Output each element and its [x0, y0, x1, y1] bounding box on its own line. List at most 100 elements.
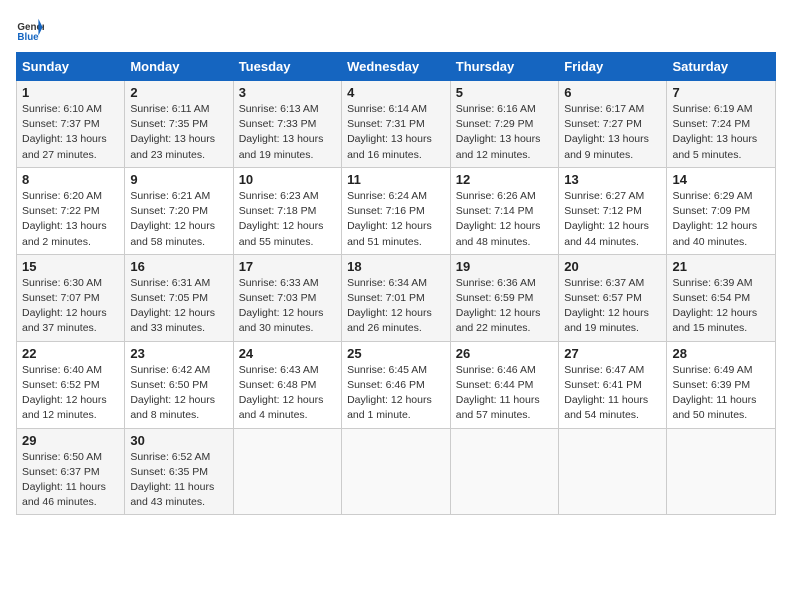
day-info: Sunrise: 6:45 AM Sunset: 6:46 PM Dayligh… — [347, 363, 445, 424]
calendar-cell: 17Sunrise: 6:33 AM Sunset: 7:03 PM Dayli… — [233, 254, 341, 341]
day-number: 18 — [347, 259, 445, 274]
weekday-saturday: Saturday — [667, 53, 776, 81]
day-info: Sunrise: 6:50 AM Sunset: 6:37 PM Dayligh… — [22, 450, 119, 511]
day-number: 11 — [347, 172, 445, 187]
calendar-cell: 26 Sunrise: 6:46 AM Sunset: 6:44 PM Dayli… — [450, 341, 558, 428]
day-info: Sunrise: 6:37 AM Sunset: 6:57 PM Dayligh… — [564, 276, 661, 337]
logo: General Blue — [16, 16, 44, 44]
day-info: Sunrise: 6:17 AM Sunset: 7:27 PM Dayligh… — [564, 102, 661, 163]
calendar-cell: 16 Sunrise: 6:31 AM Sunset: 7:05 PM Dayli… — [125, 254, 233, 341]
calendar-cell: 20 Sunrise: 6:37 AM Sunset: 6:57 PM Dayli… — [559, 254, 667, 341]
day-info: Sunrise: 6:39 AM Sunset: 6:54 PM Dayligh… — [672, 276, 770, 337]
calendar-week-3: 15Sunrise: 6:30 AM Sunset: 7:07 PM Dayli… — [17, 254, 776, 341]
calendar-cell: 13Sunrise: 6:27 AM Sunset: 7:12 PM Dayli… — [559, 167, 667, 254]
calendar-cell: 15Sunrise: 6:30 AM Sunset: 7:07 PM Dayli… — [17, 254, 125, 341]
day-number: 24 — [239, 346, 336, 361]
day-number: 3 — [239, 85, 336, 100]
calendar-cell: 3 Sunrise: 6:13 AM Sunset: 7:33 PM Daylig… — [233, 81, 341, 168]
weekday-friday: Friday — [559, 53, 667, 81]
calendar-cell: 22 Sunrise: 6:40 AM Sunset: 6:52 PM Dayli… — [17, 341, 125, 428]
calendar-cell — [342, 428, 451, 515]
day-number: 8 — [22, 172, 119, 187]
day-number: 17 — [239, 259, 336, 274]
day-number: 6 — [564, 85, 661, 100]
day-info: Sunrise: 6:21 AM Sunset: 7:20 PM Dayligh… — [130, 189, 227, 250]
day-number: 23 — [130, 346, 227, 361]
day-number: 29 — [22, 433, 119, 448]
day-info: Sunrise: 6:40 AM Sunset: 6:52 PM Dayligh… — [22, 363, 119, 424]
calendar-cell — [450, 428, 558, 515]
day-number: 10 — [239, 172, 336, 187]
day-number: 7 — [672, 85, 770, 100]
calendar-cell: 12 Sunrise: 6:26 AM Sunset: 7:14 PM Dayli… — [450, 167, 558, 254]
calendar-table: SundayMondayTuesdayWednesdayThursdayFrid… — [16, 52, 776, 515]
calendar-cell — [233, 428, 341, 515]
calendar-week-5: 29 Sunrise: 6:50 AM Sunset: 6:37 PM Dayli… — [17, 428, 776, 515]
day-info: Sunrise: 6:43 AM Sunset: 6:48 PM Dayligh… — [239, 363, 336, 424]
day-number: 27 — [564, 346, 661, 361]
day-info: Sunrise: 6:29 AM Sunset: 7:09 PM Dayligh… — [672, 189, 770, 250]
weekday-header-row: SundayMondayTuesdayWednesdayThursdayFrid… — [17, 53, 776, 81]
day-number: 26 — [456, 346, 553, 361]
weekday-wednesday: Wednesday — [342, 53, 451, 81]
day-info: Sunrise: 6:36 AM Sunset: 6:59 PM Dayligh… — [456, 276, 553, 337]
day-number: 25 — [347, 346, 445, 361]
calendar-cell: 7 Sunrise: 6:19 AM Sunset: 7:24 PM Daylig… — [667, 81, 776, 168]
calendar-cell: 18 Sunrise: 6:34 AM Sunset: 7:01 PM Dayli… — [342, 254, 451, 341]
calendar-cell — [559, 428, 667, 515]
day-info: Sunrise: 6:14 AM Sunset: 7:31 PM Dayligh… — [347, 102, 445, 163]
day-number: 30 — [130, 433, 227, 448]
day-number: 21 — [672, 259, 770, 274]
day-info: Sunrise: 6:34 AM Sunset: 7:01 PM Dayligh… — [347, 276, 445, 337]
day-info: Sunrise: 6:26 AM Sunset: 7:14 PM Dayligh… — [456, 189, 553, 250]
calendar-cell: 5 Sunrise: 6:16 AM Sunset: 7:29 PM Daylig… — [450, 81, 558, 168]
day-info: Sunrise: 6:46 AM Sunset: 6:44 PM Dayligh… — [456, 363, 553, 424]
calendar-cell: 2Sunrise: 6:11 AM Sunset: 7:35 PM Daylig… — [125, 81, 233, 168]
calendar-cell: 21 Sunrise: 6:39 AM Sunset: 6:54 PM Dayli… — [667, 254, 776, 341]
weekday-sunday: Sunday — [17, 53, 125, 81]
day-info: Sunrise: 6:30 AM Sunset: 7:07 PM Dayligh… — [22, 276, 119, 337]
calendar-cell: 25 Sunrise: 6:45 AM Sunset: 6:46 PM Dayli… — [342, 341, 451, 428]
day-info: Sunrise: 6:24 AM Sunset: 7:16 PM Dayligh… — [347, 189, 445, 250]
day-info: Sunrise: 6:47 AM Sunset: 6:41 PM Dayligh… — [564, 363, 661, 424]
calendar-cell: 28 Sunrise: 6:49 AM Sunset: 6:39 PM Dayli… — [667, 341, 776, 428]
day-number: 22 — [22, 346, 119, 361]
calendar-cell: 4 Sunrise: 6:14 AM Sunset: 7:31 PM Daylig… — [342, 81, 451, 168]
day-number: 4 — [347, 85, 445, 100]
calendar-cell: 6 Sunrise: 6:17 AM Sunset: 7:27 PM Daylig… — [559, 81, 667, 168]
day-info: Sunrise: 6:10 AM Sunset: 7:37 PM Dayligh… — [22, 102, 119, 163]
day-info: Sunrise: 6:31 AM Sunset: 7:05 PM Dayligh… — [130, 276, 227, 337]
calendar-cell: 11 Sunrise: 6:24 AM Sunset: 7:16 PM Dayli… — [342, 167, 451, 254]
logo-icon: General Blue — [16, 16, 44, 44]
calendar-cell: 8Sunrise: 6:20 AM Sunset: 7:22 PM Daylig… — [17, 167, 125, 254]
calendar-cell: 1 Sunrise: 6:10 AM Sunset: 7:37 PM Daylig… — [17, 81, 125, 168]
day-number: 12 — [456, 172, 553, 187]
day-number: 28 — [672, 346, 770, 361]
calendar-cell: 27 Sunrise: 6:47 AM Sunset: 6:41 PM Dayli… — [559, 341, 667, 428]
weekday-monday: Monday — [125, 53, 233, 81]
day-number: 13 — [564, 172, 661, 187]
day-number: 16 — [130, 259, 227, 274]
calendar-cell: 24 Sunrise: 6:43 AM Sunset: 6:48 PM Dayli… — [233, 341, 341, 428]
weekday-thursday: Thursday — [450, 53, 558, 81]
day-info: Sunrise: 6:16 AM Sunset: 7:29 PM Dayligh… — [456, 102, 553, 163]
calendar-cell: 14 Sunrise: 6:29 AM Sunset: 7:09 PM Dayli… — [667, 167, 776, 254]
calendar-cell: 30 Sunrise: 6:52 AM Sunset: 6:35 PM Dayli… — [125, 428, 233, 515]
calendar-week-1: 1 Sunrise: 6:10 AM Sunset: 7:37 PM Daylig… — [17, 81, 776, 168]
day-number: 20 — [564, 259, 661, 274]
calendar-week-2: 8Sunrise: 6:20 AM Sunset: 7:22 PM Daylig… — [17, 167, 776, 254]
calendar-cell — [667, 428, 776, 515]
calendar-cell: 9Sunrise: 6:21 AM Sunset: 7:20 PM Daylig… — [125, 167, 233, 254]
day-info: Sunrise: 6:19 AM Sunset: 7:24 PM Dayligh… — [672, 102, 770, 163]
day-info: Sunrise: 6:52 AM Sunset: 6:35 PM Dayligh… — [130, 450, 227, 511]
calendar-week-4: 22 Sunrise: 6:40 AM Sunset: 6:52 PM Dayli… — [17, 341, 776, 428]
day-number: 2 — [130, 85, 227, 100]
day-number: 19 — [456, 259, 553, 274]
day-number: 14 — [672, 172, 770, 187]
day-number: 1 — [22, 85, 119, 100]
calendar-cell: 10Sunrise: 6:23 AM Sunset: 7:18 PM Dayli… — [233, 167, 341, 254]
day-number: 5 — [456, 85, 553, 100]
day-info: Sunrise: 6:13 AM Sunset: 7:33 PM Dayligh… — [239, 102, 336, 163]
header: General Blue — [16, 16, 776, 44]
day-info: Sunrise: 6:49 AM Sunset: 6:39 PM Dayligh… — [672, 363, 770, 424]
